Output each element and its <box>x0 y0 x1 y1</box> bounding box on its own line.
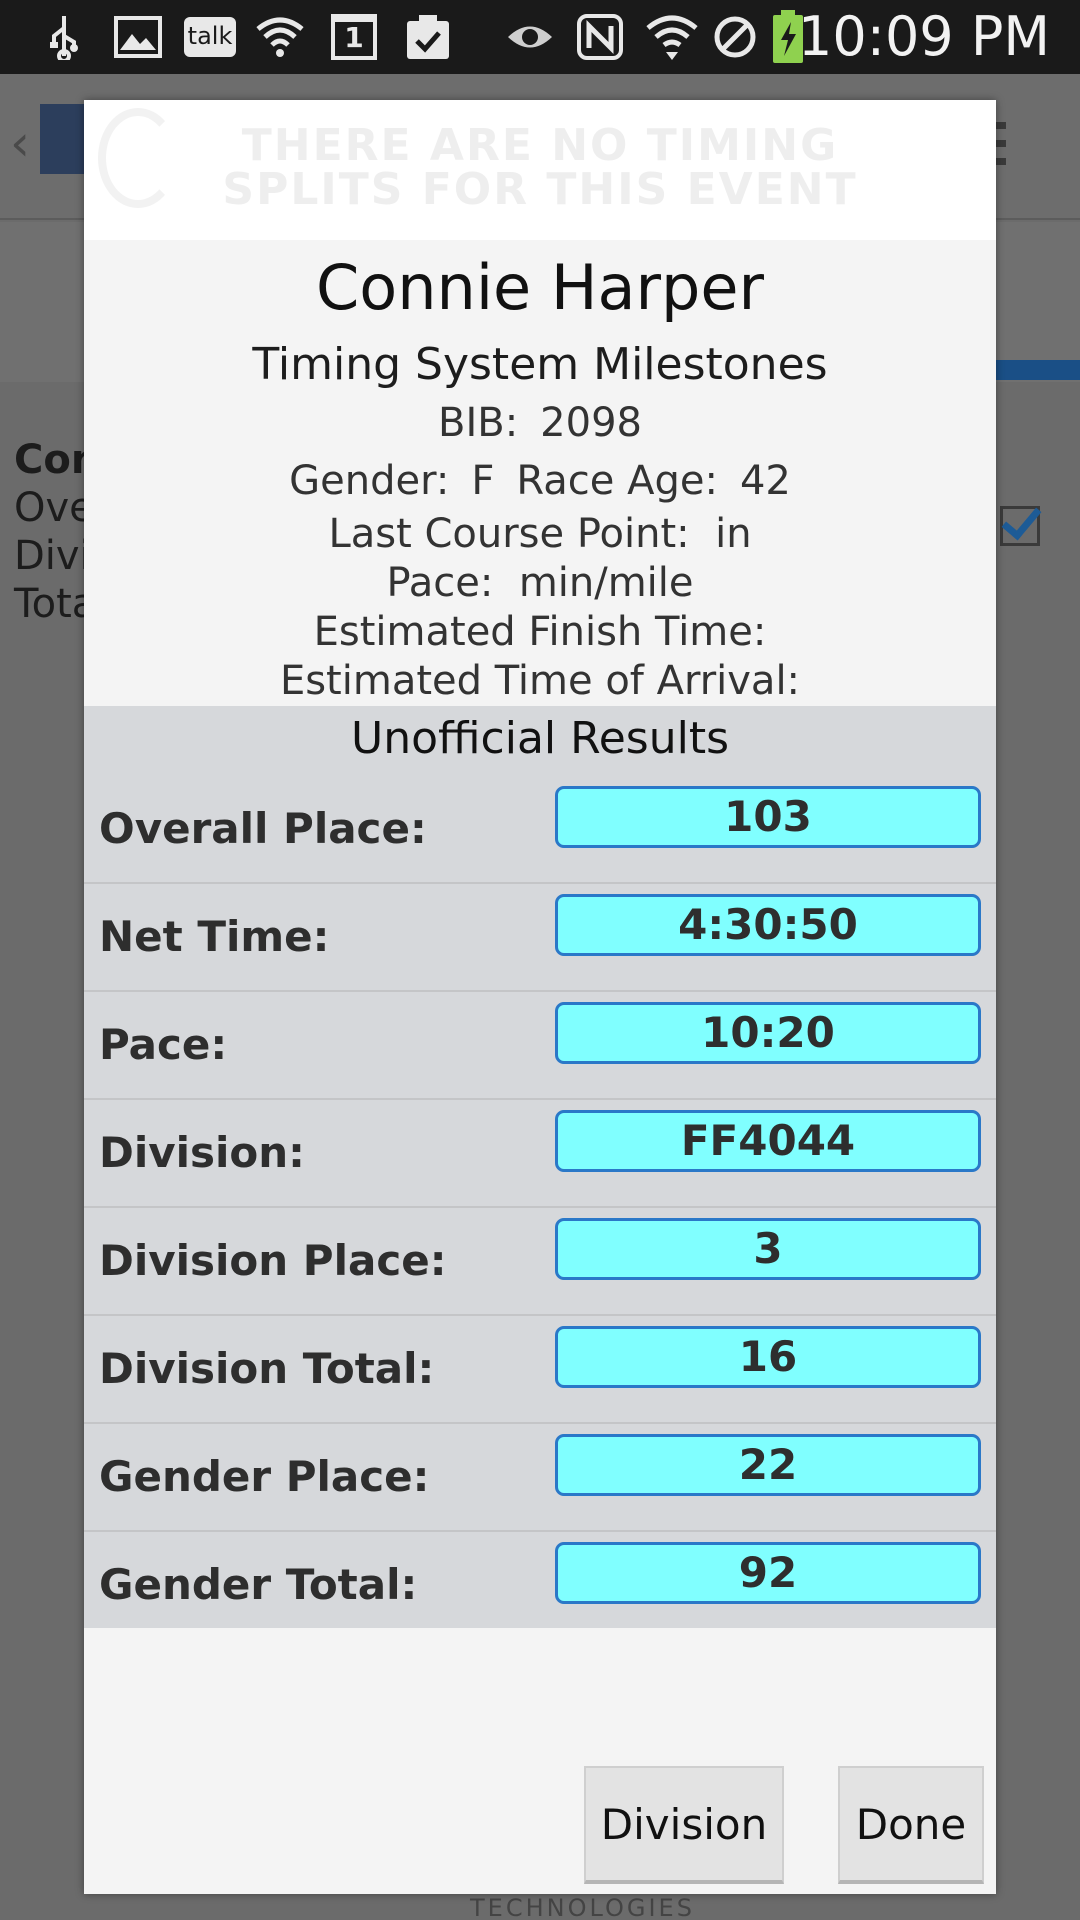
result-label: Net Time: <box>99 912 330 961</box>
pace-label: Pace: <box>386 560 494 606</box>
result-label: Division: <box>99 1128 305 1177</box>
runner-header: Connie Harper Timing System Milestones B… <box>84 240 996 706</box>
talk-label: talk <box>184 17 236 57</box>
arrival-time-row: Estimated Time of Arrival: <box>279 658 801 704</box>
no-sim-icon <box>712 12 758 62</box>
result-row: Division Place: 3 <box>84 1208 996 1316</box>
status-bar: talk 1 10:09 PM <box>0 0 1080 74</box>
result-label: Gender Total: <box>99 1560 418 1609</box>
results-panel: Unofficial Results Overall Place: 103 Ne… <box>84 706 996 1628</box>
result-value: FF4044 <box>555 1110 981 1172</box>
talk-icon: talk <box>184 12 236 62</box>
usb-icon <box>44 12 84 62</box>
result-value: 16 <box>555 1326 981 1388</box>
last-point-label: Last Course Point: <box>328 511 690 557</box>
result-label: Gender Place: <box>99 1452 430 1501</box>
runner-name: Connie Harper <box>316 251 764 324</box>
result-row: Gender Place: 22 <box>84 1424 996 1532</box>
app-accent-bar <box>990 360 1080 380</box>
back-icon: ‹ <box>10 114 30 172</box>
nfc-icon <box>576 12 624 62</box>
finish-time-row: Estimated Finish Time: <box>313 609 767 655</box>
wifi-icon <box>644 12 700 62</box>
last-point-row: Last Course Point: in <box>84 510 996 559</box>
result-value: 10:20 <box>555 1002 981 1064</box>
result-row: Gender Total: 92 <box>84 1532 996 1640</box>
banner-message: THERE ARE NO TIMING SPLITS FOR THIS EVEN… <box>84 124 996 212</box>
result-label: Pace: <box>99 1020 228 1069</box>
last-point-value: in <box>715 511 752 557</box>
gender-label: Gender: <box>289 458 450 504</box>
banner-line: SPLITS FOR THIS EVENT <box>222 164 858 215</box>
image-icon <box>112 12 164 62</box>
background-footer: TECHNOLOGIES <box>470 1894 695 1920</box>
done-button[interactable]: Done <box>838 1766 984 1884</box>
calendar-icon: 1 <box>330 12 378 62</box>
result-value: 92 <box>555 1542 981 1604</box>
result-value: 22 <box>555 1434 981 1496</box>
results-title: Unofficial Results <box>350 713 730 764</box>
result-row: Net Time: 4:30:50 <box>84 884 996 992</box>
calendar-day: 1 <box>331 14 377 60</box>
division-button[interactable]: Division <box>584 1766 784 1884</box>
dialog-banner: THERE ARE NO TIMING SPLITS FOR THIS EVEN… <box>84 100 996 240</box>
gender-age-row: Gender: F Race Age: 42 <box>84 452 996 510</box>
clipboard-check-icon <box>404 12 452 62</box>
bib-label: BIB: <box>438 400 519 446</box>
checkbox-icon <box>1000 506 1040 546</box>
dialog-subtitle: Timing System Milestones <box>252 339 828 390</box>
result-value: 3 <box>555 1218 981 1280</box>
bib-row: BIB: 2098 <box>84 394 996 452</box>
wifi-question-icon <box>254 12 306 62</box>
pace-row: Pace: min/mile <box>84 559 996 608</box>
result-label: Overall Place: <box>99 804 427 853</box>
age-label: Race Age: <box>516 458 718 504</box>
clock: 10:09 PM <box>798 5 1050 68</box>
banner-line: THERE ARE NO TIMING <box>241 120 839 171</box>
result-row: Pace: 10:20 <box>84 992 996 1100</box>
result-row: Division: FF4044 <box>84 1100 996 1208</box>
gender-value: F <box>471 458 495 504</box>
runner-info: BIB: 2098 Gender: F Race Age: 42 Last Course… <box>84 394 996 706</box>
age-value: 42 <box>739 458 791 504</box>
runner-dialog: THERE ARE NO TIMING SPLITS FOR THIS EVEN… <box>84 100 996 1894</box>
eye-icon <box>506 12 554 62</box>
result-row: Division Total: 16 <box>84 1316 996 1424</box>
result-row: Overall Place: 103 <box>84 776 996 884</box>
pace-value: min/mile <box>518 560 694 606</box>
result-label: Division Total: <box>99 1344 435 1393</box>
result-value: 4:30:50 <box>555 894 981 956</box>
result-label: Division Place: <box>99 1236 447 1285</box>
result-value: 103 <box>555 786 981 848</box>
bib-value: 2098 <box>540 400 642 446</box>
